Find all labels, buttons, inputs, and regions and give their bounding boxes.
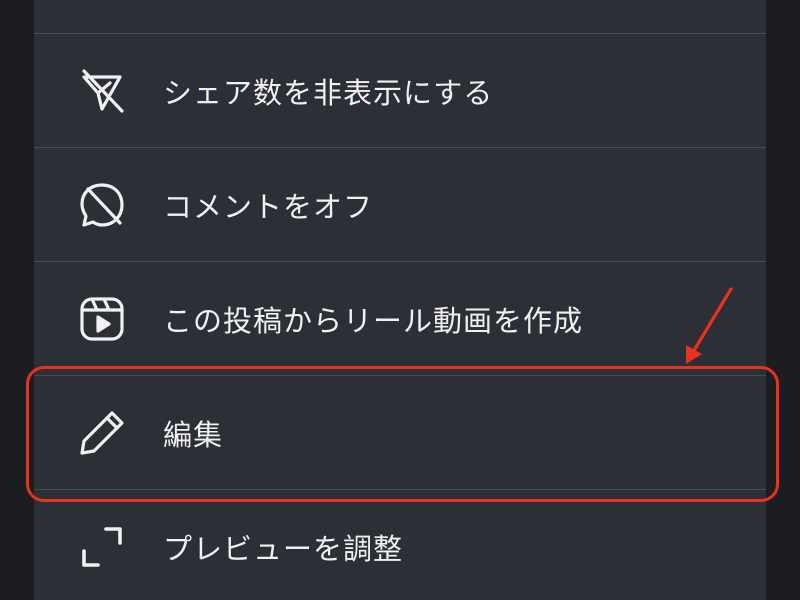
menu-item-label: 編集 [163, 417, 224, 452]
pencil-edit-icon [76, 407, 128, 459]
menu-item-create-reel[interactable]: この投稿からリール動画を作成 [34, 262, 766, 375]
menu-item-label: コメントをオフ [163, 189, 374, 224]
menu-item-turn-off-comments[interactable]: コメントをオフ [34, 148, 766, 261]
menu-item-label: この投稿からリール動画を作成 [163, 303, 584, 338]
menu-item-adjust-preview[interactable]: プレビューを調整 [34, 490, 766, 600]
adjust-preview-icon [76, 521, 128, 573]
options-menu-sheet: シェア数を非表示にする コメントをオフ この投稿からリール動画を作成 編集 プレ… [34, 0, 766, 600]
menu-item-label: プレビューを調整 [163, 531, 404, 566]
reels-icon [76, 293, 128, 345]
menu-item-label: シェア数を非表示にする [163, 75, 494, 110]
share-count-hidden-icon [76, 65, 128, 117]
screen: シェア数を非表示にする コメントをオフ この投稿からリール動画を作成 編集 プレ… [0, 0, 800, 600]
comments-off-icon [76, 179, 128, 231]
menu-item-hide-share-count[interactable]: シェア数を非表示にする [34, 34, 766, 147]
menu-item-edit[interactable]: 編集 [34, 376, 766, 489]
